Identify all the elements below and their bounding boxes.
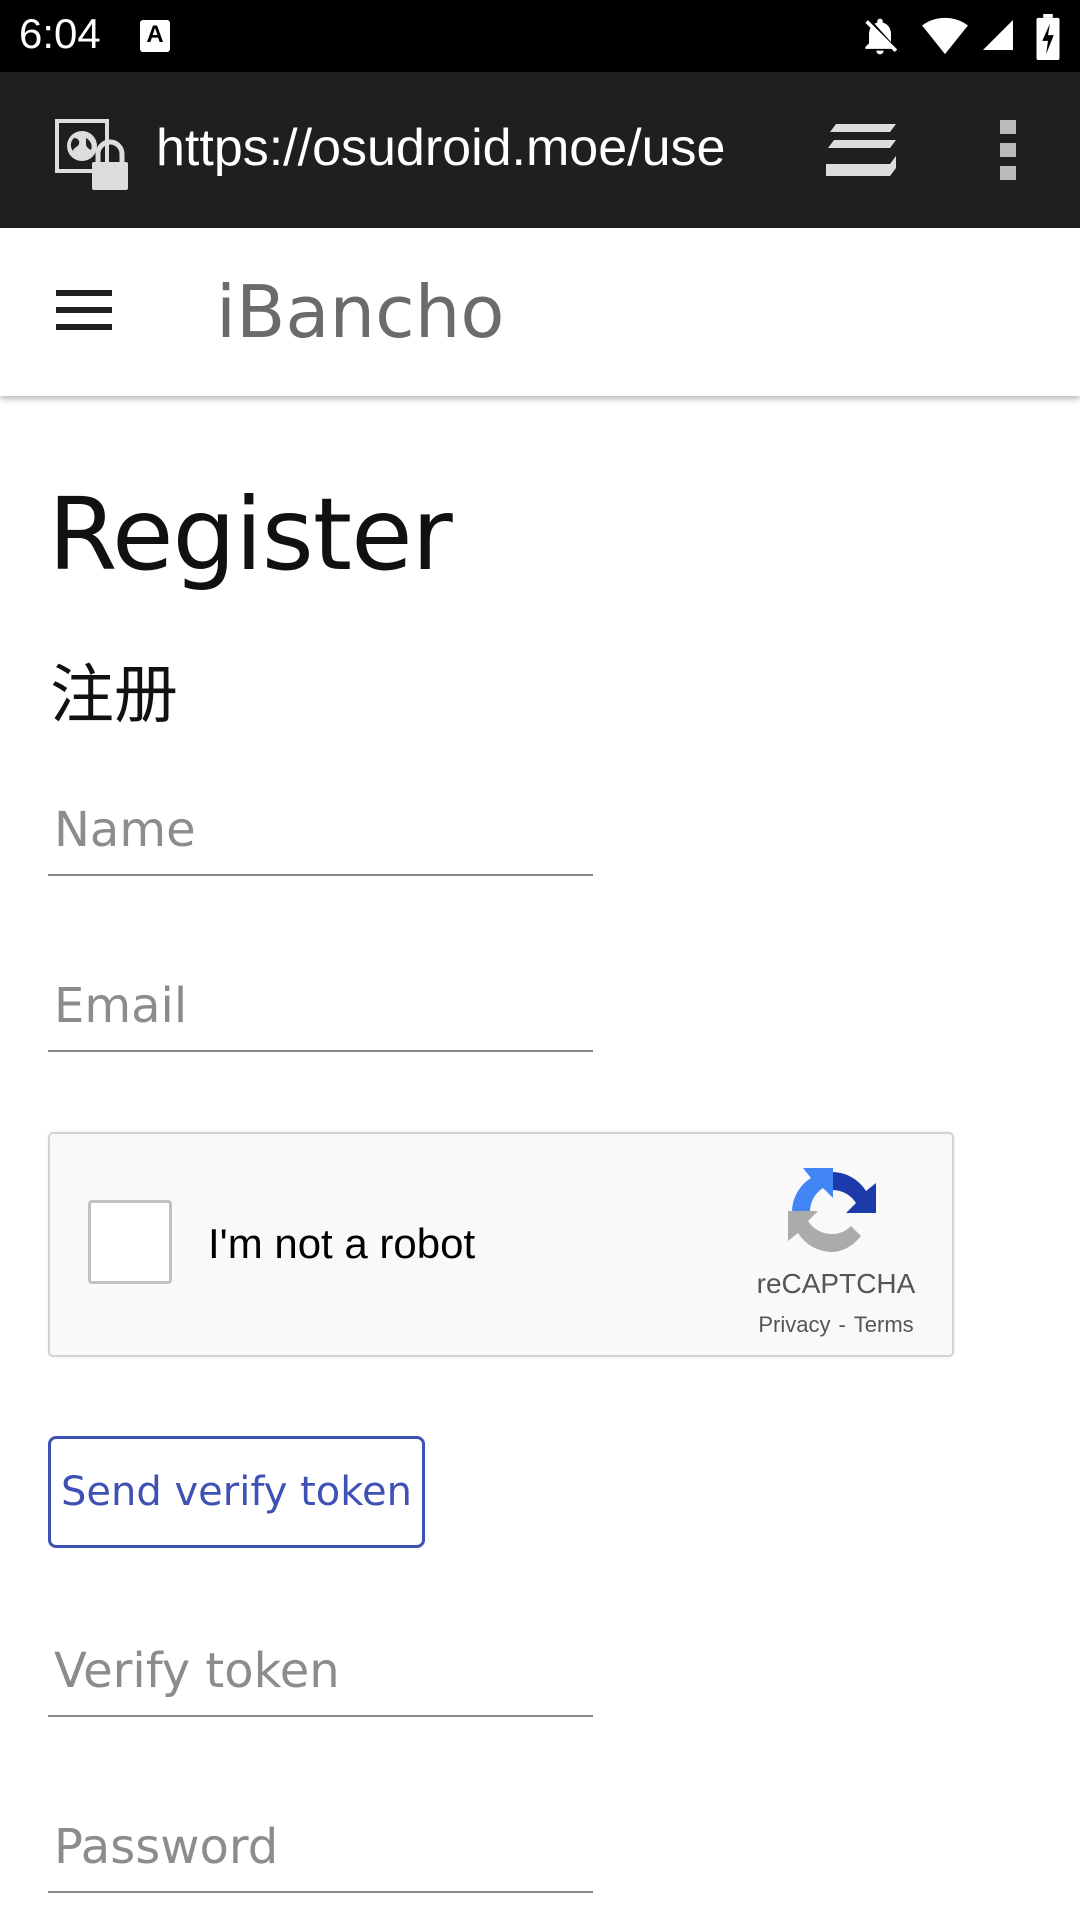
notifications-off-icon	[865, 18, 898, 55]
page-subtitle: 注册	[50, 659, 178, 733]
recaptcha-label: I'm not a robot	[208, 1220, 476, 1267]
wifi-icon	[922, 17, 968, 55]
hamburger-line	[56, 324, 112, 330]
recaptcha-widget: I'm not a robot reCAPTCHA Privacy - Terms	[48, 1132, 954, 1357]
notification-a-letter: A	[146, 21, 164, 48]
verify-token-input[interactable]	[48, 1621, 593, 1717]
notification-a-icon: A	[140, 20, 170, 52]
hamburger-line	[56, 307, 112, 313]
privacy-link[interactable]: Privacy	[758, 1312, 830, 1337]
page-title: Register	[48, 476, 453, 593]
recaptcha-checkbox[interactable]	[88, 1200, 172, 1284]
url-bar[interactable]: https://osudroid.moe/use	[156, 118, 776, 178]
hamburger-line	[56, 290, 112, 296]
send-verify-token-button[interactable]: Send verify token	[48, 1436, 425, 1548]
terms-link[interactable]: Terms	[854, 1312, 914, 1337]
status-time: 6:04	[19, 10, 101, 57]
recaptcha-links: Privacy - Terms	[716, 1312, 956, 1338]
site-info-lock-icon[interactable]	[54, 118, 134, 196]
name-input[interactable]	[48, 780, 593, 876]
browser-toolbar: https://osudroid.moe/use	[0, 72, 1080, 228]
app-title: iBancho	[216, 270, 505, 354]
email-input[interactable]	[48, 956, 593, 1052]
recaptcha-brand: reCAPTCHA	[756, 1268, 916, 1299]
app-header: iBancho	[0, 228, 1080, 396]
link-separator: -	[838, 1312, 846, 1337]
more-vert-icon[interactable]	[996, 118, 1020, 182]
signal-icon	[983, 20, 1013, 50]
status-bar: 6:04 A	[0, 0, 1080, 72]
tabs-icon[interactable]	[826, 122, 900, 178]
hamburger-icon[interactable]	[56, 290, 112, 330]
recaptcha-logo-icon	[788, 1168, 876, 1252]
register-form: Register 注册 I'm not a robot reCAPTCHA Pr…	[0, 396, 1080, 1920]
battery-charging-icon	[1036, 14, 1060, 60]
password-input[interactable]	[48, 1797, 593, 1893]
